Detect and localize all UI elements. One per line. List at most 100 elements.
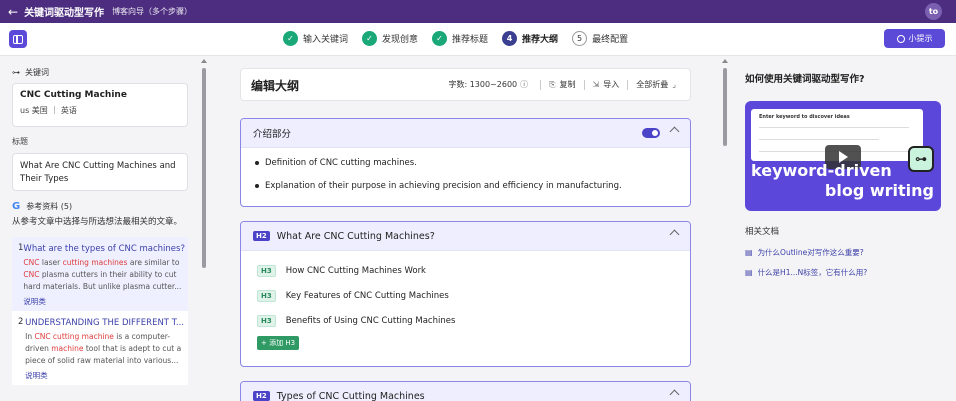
chevron-up-icon[interactable]: [669, 126, 680, 137]
snippet-text: are similar to: [127, 258, 180, 267]
reference-item[interactable]: 1 What are the types of CNC machines? CN…: [12, 237, 188, 311]
divider: [583, 79, 585, 90]
step-label: 输入关键词: [303, 35, 349, 45]
word-count: 字数: 1300~2600: [448, 80, 518, 89]
copy-icon: ⎘: [549, 79, 556, 89]
avatar[interactable]: to: [925, 3, 942, 20]
keyword-box: CNC Cutting Machine us 美国 ｜ 英语: [12, 83, 188, 127]
check-icon: ✓: [283, 31, 298, 46]
reference-category: 说明类: [23, 297, 46, 306]
doc-link-text[interactable]: 什么是H1...N标签，它有什么用?: [758, 267, 868, 278]
h3-item[interactable]: H3 Benefits of Using CNC Cutting Machines: [241, 308, 690, 333]
divider: [540, 79, 542, 90]
editor-title: 编辑大纲: [251, 79, 300, 93]
h2-section: H2 Types of CNC Cutting Machines: [240, 381, 691, 401]
h2-tag: H2: [253, 231, 270, 241]
locale-value: us 美国 ｜ 英语: [20, 106, 77, 115]
bullet-item[interactable]: Definition of CNC cutting machines.: [255, 157, 676, 169]
h3-tag: H3: [257, 314, 276, 327]
reference-snippet: In CNC cutting machine is a computer-dri…: [25, 331, 184, 367]
divider: [759, 127, 909, 128]
keyword-highlight: machine: [51, 344, 84, 353]
h2-header[interactable]: H2 Types of CNC Cutting Machines: [241, 382, 690, 401]
reference-category: 说明类: [25, 371, 48, 380]
h3-title[interactable]: How CNC Cutting Machines Work: [286, 266, 426, 276]
h3-item[interactable]: H3 How CNC Cutting Machines Work: [241, 258, 690, 283]
intro-section: 介绍部分 Definition of CNC cutting machines.…: [240, 118, 691, 207]
copy-button[interactable]: 复制: [560, 79, 576, 90]
sidebar-toggle-button[interactable]: [9, 30, 27, 48]
h2-title[interactable]: Types of CNC Cutting Machines: [277, 391, 425, 401]
step-2[interactable]: ✓ 发现创意: [362, 31, 418, 46]
editor-scrollbar[interactable]: [723, 68, 727, 146]
tips-button[interactable]: 小提示: [884, 29, 945, 48]
intro-bullets: Definition of CNC cutting machines. Expl…: [241, 148, 690, 206]
doc-link-text[interactable]: 为什么Outline对写作这么重要?: [758, 247, 864, 258]
tutorial-video[interactable]: Enter keyword to discover ideas ⊶ keywor…: [745, 101, 941, 211]
step-label: 最终配置: [592, 35, 629, 45]
reference-title[interactable]: UNDERSTANDING THE DIFFERENT T...: [25, 317, 184, 329]
intro-title: 介绍部分: [253, 129, 292, 140]
title-label: 标题: [12, 137, 28, 146]
h3-title[interactable]: Key Features of CNC Cutting Machines: [286, 291, 449, 301]
collapse-icon[interactable]: ⌟: [672, 80, 676, 89]
references-header: G 参考资料 (5): [12, 201, 188, 212]
editor-header: 编辑大纲 字数: 1300~2600 ⓘ ⎘ 复制 ⇲ 导入 全部折叠 ⌟: [240, 68, 691, 101]
step-number: 4: [502, 31, 518, 46]
references-label: 参考资料 (5): [26, 202, 73, 211]
chevron-up-icon[interactable]: [669, 389, 680, 400]
h2-section: H2 What Are CNC Cutting Machines? H3 How …: [240, 221, 691, 367]
keyword-value: CNC Cutting Machine: [20, 90, 127, 100]
info-icon[interactable]: ⓘ: [520, 79, 528, 90]
keyword-header: ⊶ 关键词: [12, 67, 188, 78]
scroll-up-icon[interactable]: [201, 59, 207, 63]
title-box: What Are CNC Cutting Machines and Their …: [12, 153, 188, 191]
h3-tag: H3: [257, 289, 276, 302]
scroll-up-icon[interactable]: [722, 59, 728, 63]
step-label: 推荐大纲: [522, 35, 559, 45]
check-icon: ✓: [432, 31, 448, 46]
collapse-all-button[interactable]: 全部折叠: [636, 79, 668, 90]
step-4[interactable]: 4 推荐大纲: [502, 31, 558, 46]
divider: [627, 79, 629, 90]
doc-link[interactable]: ▤ 什么是H1...N标签，它有什么用?: [745, 267, 942, 278]
h2-header[interactable]: H2 What Are CNC Cutting Machines?: [241, 222, 690, 251]
h3-title[interactable]: Benefits of Using CNC Cutting Machines: [286, 316, 456, 326]
step-1[interactable]: ✓ 输入关键词: [283, 31, 348, 46]
step-label: 发现创意: [382, 35, 419, 45]
back-arrow-icon[interactable]: ←: [8, 5, 18, 19]
left-scrollbar[interactable]: [202, 68, 206, 268]
step-5[interactable]: 5 最终配置: [572, 31, 628, 46]
h3-item[interactable]: H3 Key Features of CNC Cutting Machines: [241, 283, 690, 308]
h2-title[interactable]: What Are CNC Cutting Machines?: [277, 231, 435, 242]
reference-title[interactable]: What are the types of CNC machines?: [23, 243, 185, 255]
h3-tag: H3: [257, 264, 276, 277]
import-button[interactable]: 导入: [603, 79, 619, 90]
references-description: 从参考文章中选择与所选想法最相关的文章。: [12, 217, 183, 227]
divider: [759, 139, 879, 140]
intro-header[interactable]: 介绍部分: [241, 119, 690, 148]
keyword-highlight: CNC: [23, 270, 40, 279]
step-bar: ✓ 输入关键词 ✓ 发现创意 ✓ 推荐标题 4 推荐大纲 5 最终配置 小提示: [0, 23, 956, 56]
reference-item[interactable]: 2 UNDERSTANDING THE DIFFERENT T... In CN…: [12, 311, 188, 385]
doc-link[interactable]: ▤ 为什么Outline对写作这么重要?: [745, 247, 942, 258]
key-icon: ⊶: [908, 146, 934, 172]
app-subtitle: 博客向导（多个步骤）: [112, 7, 193, 16]
video-screen-text: Enter keyword to discover ideas: [759, 114, 850, 120]
left-panel: ⊶ 关键词 CNC Cutting Machine us 美国 ｜ 英语 标题 W…: [0, 57, 200, 401]
chevron-up-icon[interactable]: [669, 229, 680, 240]
keyword-highlight: CNC: [23, 258, 40, 267]
add-h3-button[interactable]: + 添加 H3: [257, 336, 300, 350]
step-3[interactable]: ✓ 推荐标题: [432, 31, 488, 46]
lightbulb-icon: [896, 34, 905, 43]
bullet-item[interactable]: Explanation of their purpose in achievin…: [255, 180, 676, 192]
right-panel: 如何使用关键词驱动型写作? Enter keyword to discover …: [731, 57, 956, 401]
document-icon: ▤: [745, 248, 753, 257]
editor-toolbar: 字数: 1300~2600 ⓘ ⎘ 复制 ⇲ 导入 全部折叠 ⌟: [448, 79, 680, 90]
docs-label: 相关文档: [745, 227, 780, 237]
keyword-highlight: cutting machines: [62, 258, 128, 267]
google-icon: G: [12, 201, 21, 212]
reference-snippet: CNC laser cutting machines are similar t…: [23, 257, 185, 293]
app-title: 关键词驱动型写作: [24, 8, 105, 19]
intro-toggle[interactable]: [642, 128, 660, 138]
